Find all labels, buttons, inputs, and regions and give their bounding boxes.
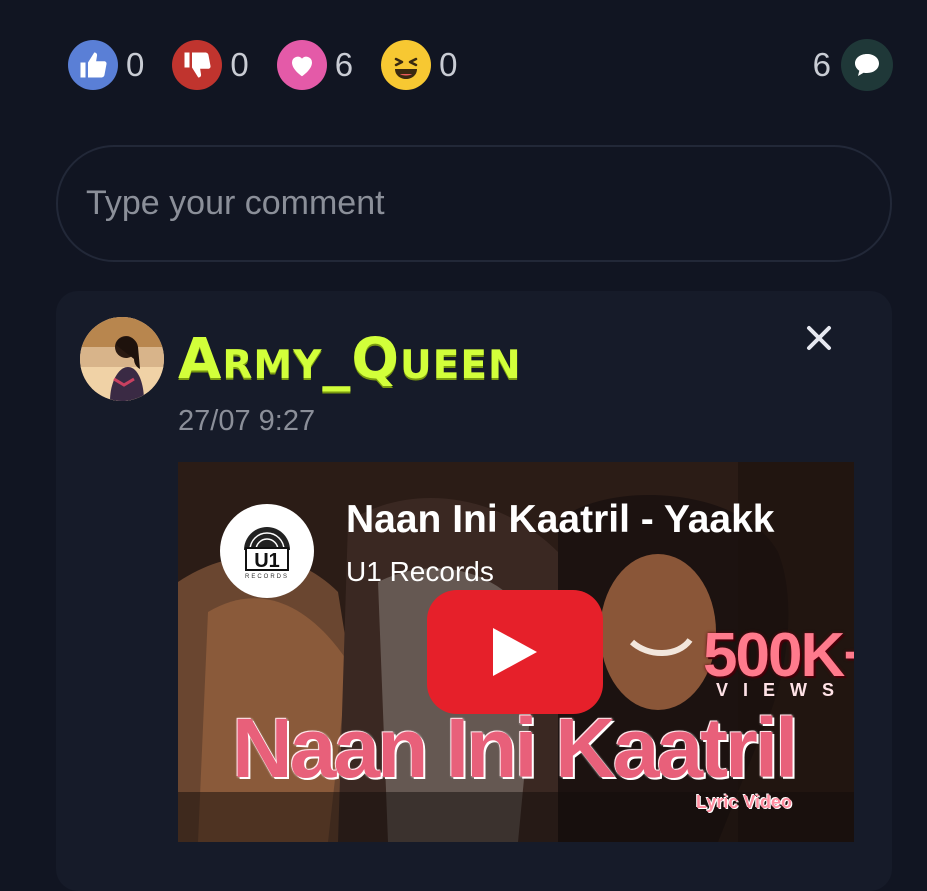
comments-count: 6 xyxy=(812,46,831,83)
avatar[interactable] xyxy=(80,317,164,401)
like-count: 0 xyxy=(126,46,145,83)
thumbnail-title: Naan Ini Kaatril xyxy=(232,701,799,795)
channel-logo-subtext: RECORDS xyxy=(245,574,289,580)
like-reaction[interactable]: 0 xyxy=(68,40,144,90)
thumbnail-subtitle: Lyric Video xyxy=(696,792,793,812)
speech-bubble-icon[interactable] xyxy=(841,39,893,91)
channel-logo[interactable]: U1 RECORDS xyxy=(220,504,314,598)
heart-icon[interactable] xyxy=(276,40,327,90)
laugh-reaction[interactable]: 0 xyxy=(381,40,457,90)
close-icon[interactable] xyxy=(804,323,834,353)
comment-username[interactable]: Army_Queen xyxy=(178,327,522,392)
dislike-count: 0 xyxy=(230,46,249,83)
comment-timestamp: 27/07 9:27 xyxy=(178,405,316,437)
reactions-bar: 0 0 6 0 xyxy=(68,40,485,90)
video-title[interactable]: Naan Ini Kaatril - Yaakk xyxy=(346,498,854,542)
play-icon xyxy=(493,628,537,676)
comment-card: Army_Queen 27/07 9:27 U1 RECORDS Naan In… xyxy=(56,291,892,891)
comments-counter[interactable]: 6 xyxy=(812,39,893,91)
video-channel-name[interactable]: U1 Records xyxy=(346,556,494,588)
channel-logo-text: U1 xyxy=(254,550,280,572)
thumbnail-views-label: VIEWS xyxy=(716,680,850,700)
thumbs-down-icon[interactable] xyxy=(172,40,223,90)
laughing-face-icon[interactable] xyxy=(381,40,432,90)
play-button[interactable] xyxy=(427,590,603,714)
love-reaction[interactable]: 6 xyxy=(276,40,354,90)
comment-input[interactable] xyxy=(56,145,892,262)
dislike-reaction[interactable]: 0 xyxy=(172,40,249,90)
thumbs-up-icon[interactable] xyxy=(68,40,118,90)
laugh-count: 0 xyxy=(439,46,458,83)
video-embed[interactable]: U1 RECORDS Naan Ini Kaatril - Yaakk U1 R… xyxy=(178,462,854,842)
love-count: 6 xyxy=(334,46,354,83)
